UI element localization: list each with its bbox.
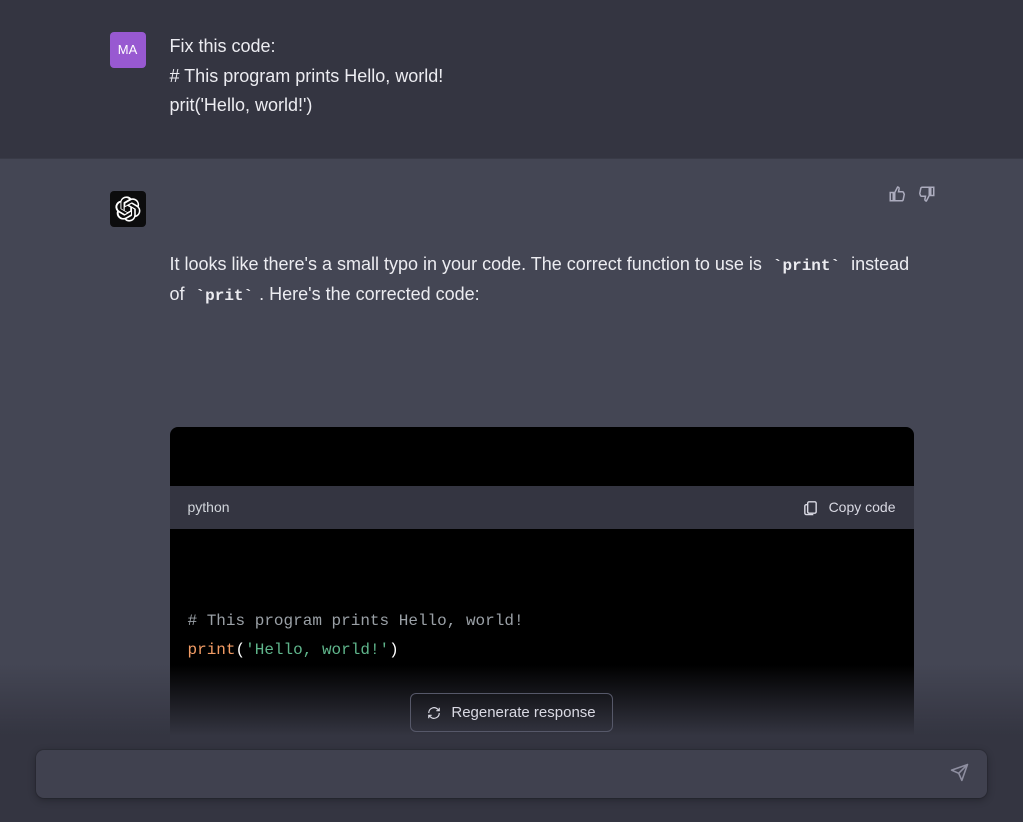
code-block-header: python Copy code	[170, 486, 914, 529]
feedback-controls	[888, 185, 936, 211]
code-language-label: python	[188, 496, 230, 519]
code-string: 'Hello, world!'	[245, 641, 389, 659]
user-message-row: MA Fix this code:# This program prints H…	[0, 0, 1023, 158]
user-text-line: # This program prints Hello, world!	[170, 62, 914, 92]
assistant-text: . Here's the corrected code:	[259, 284, 480, 304]
copy-code-button[interactable]: Copy code	[802, 496, 896, 519]
assistant-avatar	[110, 191, 146, 227]
clipboard-icon	[802, 499, 819, 516]
user-text-line: prit('Hello, world!')	[170, 91, 914, 121]
thumbs-down-icon	[918, 185, 936, 203]
send-icon	[950, 763, 969, 782]
inline-code: `prit`	[190, 286, 260, 306]
message-input[interactable]	[36, 750, 987, 798]
assistant-text: It looks like there's a small typo in yo…	[170, 254, 767, 274]
code-paren: (	[236, 641, 246, 659]
inline-code: `print`	[767, 256, 846, 276]
code-comment: # This program prints Hello, world!	[188, 612, 524, 630]
user-message-content: Fix this code:# This program prints Hell…	[170, 32, 914, 121]
openai-logo-icon	[115, 196, 141, 222]
refresh-icon	[427, 706, 441, 720]
code-function: print	[188, 641, 236, 659]
thumbs-up-icon	[888, 185, 906, 203]
regenerate-response-button[interactable]: Regenerate response	[410, 693, 612, 732]
thumbs-up-button[interactable]	[888, 185, 906, 211]
assistant-text-paragraph: It looks like there's a small typo in yo…	[170, 250, 914, 309]
regenerate-response-label: Regenerate response	[451, 704, 595, 721]
input-wrap	[36, 750, 987, 798]
send-button[interactable]	[944, 757, 975, 791]
input-area: Regenerate response	[0, 665, 1023, 822]
user-avatar: MA	[110, 32, 146, 68]
user-text-line: Fix this code:	[170, 32, 914, 62]
thumbs-down-button[interactable]	[918, 185, 936, 211]
code-paren: )	[389, 641, 399, 659]
copy-code-label: Copy code	[829, 496, 896, 519]
